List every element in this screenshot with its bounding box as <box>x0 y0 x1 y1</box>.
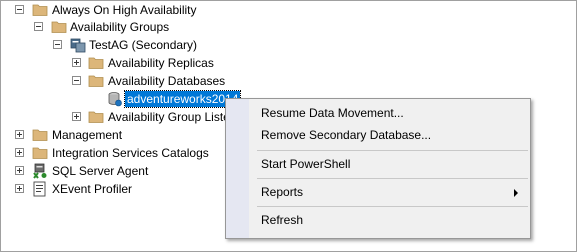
tree-node-availability-group-listeners[interactable]: Availability Group Liste <box>1 108 225 126</box>
tree-node-testag[interactable]: TestAG (Secondary) <box>1 36 301 54</box>
folder-icon <box>88 57 104 69</box>
menu-item-label: Resume Data Movement... <box>261 106 404 120</box>
tree-node-label: Integration Services Catalogs <box>52 146 209 160</box>
expand-icon[interactable] <box>15 130 24 139</box>
menu-separator <box>257 150 528 151</box>
tree-node-label: XEvent Profiler <box>52 182 133 196</box>
tree-node-label: Availability Databases <box>108 74 226 88</box>
expand-icon[interactable] <box>15 184 24 193</box>
folder-icon <box>32 129 48 141</box>
folder-icon <box>32 4 48 16</box>
xevent-profiler-icon <box>33 181 46 197</box>
tree-node-sql-agent[interactable]: SQL Server Agent <box>1 162 225 180</box>
tree-node-database[interactable]: adventureworks2014 <box>1 90 261 108</box>
tree-node-label: Management <box>52 128 123 142</box>
folder-icon <box>51 21 67 33</box>
tree-node-xevent-profiler[interactable]: XEvent Profiler <box>1 180 225 198</box>
expand-icon[interactable] <box>72 58 81 67</box>
tree-node-label: Always On High Availability <box>52 3 197 17</box>
collapse-icon[interactable] <box>72 76 81 85</box>
menu-item-label: Refresh <box>261 213 304 227</box>
database-icon <box>108 92 122 107</box>
tree-node-integration-services[interactable]: Integration Services Catalogs <box>1 144 225 162</box>
expand-icon[interactable] <box>15 148 24 157</box>
menu-item-start-powershell[interactable]: Start PowerShell <box>226 153 530 175</box>
tree-node-label: SQL Server Agent <box>52 164 149 178</box>
context-menu: Resume Data Movement... Remove Secondary… <box>225 98 531 239</box>
tree-node-label: TestAG (Secondary) <box>89 38 198 52</box>
menu-item-label: Remove Secondary Database... <box>261 128 432 142</box>
tree-node-always-on[interactable]: Always On High Availability <box>1 1 301 19</box>
menu-separator <box>257 178 528 179</box>
selected-database-label: adventureworks2014 <box>123 90 242 108</box>
tree-node-label: Availability Group Liste <box>108 110 225 124</box>
collapse-icon[interactable] <box>53 40 62 49</box>
menu-item-reports[interactable]: Reports <box>226 181 530 203</box>
tree-node-label: Availability Groups <box>70 20 170 34</box>
tree-node-availability-databases[interactable]: Availability Databases <box>1 72 301 90</box>
menu-item-label: Reports <box>261 185 304 199</box>
menu-item-label: Start PowerShell <box>261 157 351 171</box>
tree-node-management[interactable]: Management <box>1 126 225 144</box>
folder-icon <box>32 147 48 159</box>
folder-icon <box>88 111 104 123</box>
tree-node-availability-groups[interactable]: Availability Groups <box>1 18 301 36</box>
collapse-icon[interactable] <box>15 5 24 14</box>
folder-icon <box>88 75 104 87</box>
submenu-arrow-icon <box>514 189 518 197</box>
menu-item-refresh[interactable]: Refresh <box>226 209 530 231</box>
tree-node-availability-replicas[interactable]: Availability Replicas <box>1 54 301 72</box>
object-explorer-panel: Always On High Availability Availability… <box>0 0 577 252</box>
tree-node-label: Availability Replicas <box>108 56 214 70</box>
sql-agent-icon <box>33 163 47 179</box>
availability-group-icon <box>70 38 86 53</box>
menu-item-remove-secondary-database[interactable]: Remove Secondary Database... <box>226 124 530 146</box>
menu-item-resume-data-movement[interactable]: Resume Data Movement... <box>226 102 530 124</box>
expand-icon[interactable] <box>72 112 81 121</box>
menu-separator <box>257 206 528 207</box>
expand-icon[interactable] <box>15 166 24 175</box>
collapse-icon[interactable] <box>34 22 43 31</box>
